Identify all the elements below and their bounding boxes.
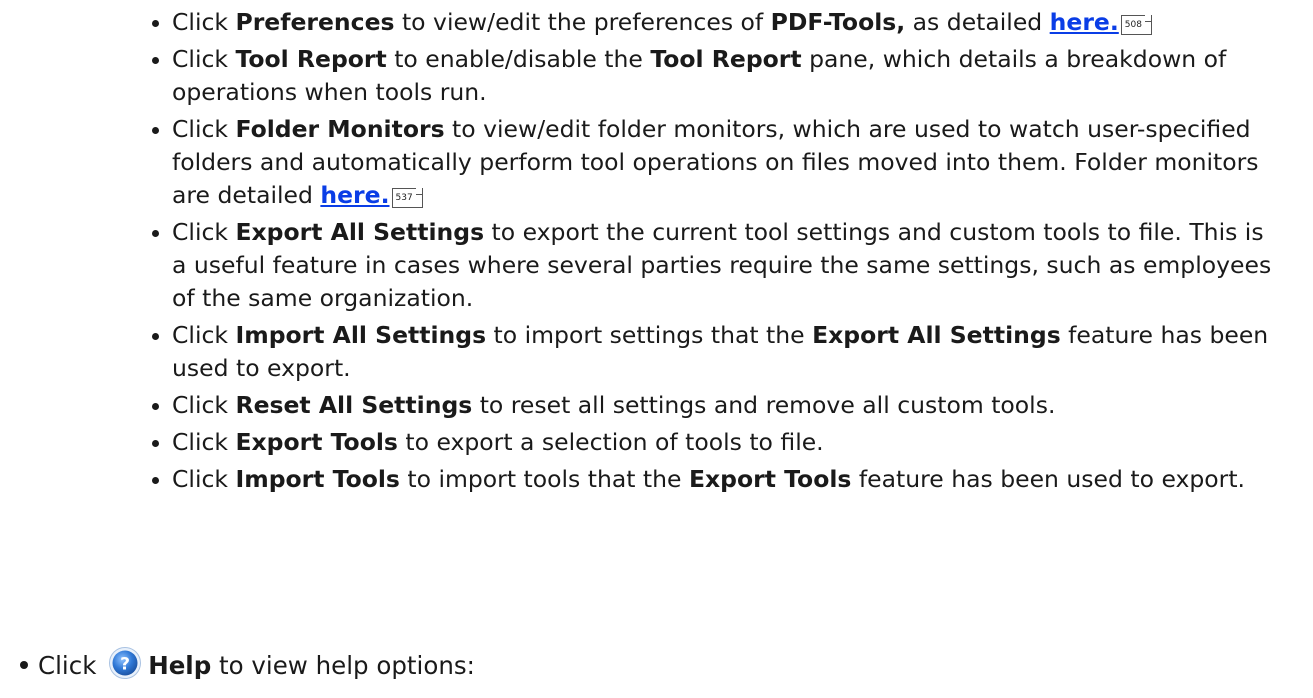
list-item-help: Click ? Help to view help options: xyxy=(20,646,475,683)
here-link[interactable]: here. xyxy=(320,181,389,209)
item-text: Click xyxy=(38,651,97,680)
item-text: to view/edit the preferences of xyxy=(394,8,771,36)
item-bold-term: Tool Report xyxy=(235,45,387,73)
item-text: Click xyxy=(172,45,236,73)
item-bold-term: Import Tools xyxy=(235,465,400,493)
item-text: as detailed xyxy=(905,8,1050,36)
item-bold-term: Tool Report xyxy=(650,45,802,73)
item-bold-term: Import All Settings xyxy=(235,321,487,349)
item-bold-term: Help xyxy=(148,651,212,680)
list-item-preferences: Click Preferences to view/edit the prefe… xyxy=(152,6,1272,39)
list-item-export-all-settings: Click Export All Settings to export the … xyxy=(152,216,1272,315)
item-text: to export a selection of tools to file. xyxy=(397,428,824,456)
list-item-export-tools: Click Export Tools to export a selection… xyxy=(152,426,1272,459)
item-bold-term: Export Tools xyxy=(688,465,852,493)
item-text: to import settings that the xyxy=(486,321,813,349)
item-text: Click xyxy=(172,8,236,36)
item-text: Click xyxy=(172,321,236,349)
item-bold-term: Reset All Settings xyxy=(235,391,473,419)
item-bold-term: Folder Monitors xyxy=(235,115,445,143)
item-text: to enable/disable the xyxy=(386,45,651,73)
item-bold-term: Export Tools xyxy=(235,428,398,456)
item-text: to view help options: xyxy=(211,651,475,680)
item-text: Click xyxy=(172,218,236,246)
page-reference-badge[interactable]: 508 xyxy=(1120,15,1153,35)
help-question-icon: ? xyxy=(108,646,142,680)
document-page: Click Preferences to view/edit the prefe… xyxy=(0,0,1313,698)
svg-text:?: ? xyxy=(120,655,130,675)
item-bold-term: Export All Settings xyxy=(235,218,485,246)
list-item-import-all-settings: Click Import All Settings to import sett… xyxy=(152,319,1272,385)
item-text: Click xyxy=(172,465,236,493)
item-text: to reset all settings and remove all cus… xyxy=(472,391,1056,419)
item-text: Click xyxy=(172,391,236,419)
list-item-folder-monitors: Click Folder Monitors to view/edit folde… xyxy=(152,113,1272,212)
item-bold-term: Preferences xyxy=(235,8,395,36)
list-item-tool-report: Click Tool Report to enable/disable the … xyxy=(152,43,1272,109)
item-text: Click xyxy=(172,428,236,456)
item-text: Click xyxy=(172,115,236,143)
item-text: feature has been used to export. xyxy=(851,465,1246,493)
list-item-reset-all-settings: Click Reset All Settings to reset all se… xyxy=(152,389,1272,422)
page-reference-badge[interactable]: 537 xyxy=(391,188,423,208)
here-link[interactable]: here. xyxy=(1050,8,1119,36)
item-text: to import tools that the xyxy=(399,465,689,493)
options-sublist: Click Preferences to view/edit the prefe… xyxy=(152,6,1272,500)
item-bold-term: PDF-Tools, xyxy=(770,8,906,36)
item-bold-term: Export All Settings xyxy=(812,321,1061,349)
list-item-import-tools: Click Import Tools to import tools that … xyxy=(152,463,1272,496)
